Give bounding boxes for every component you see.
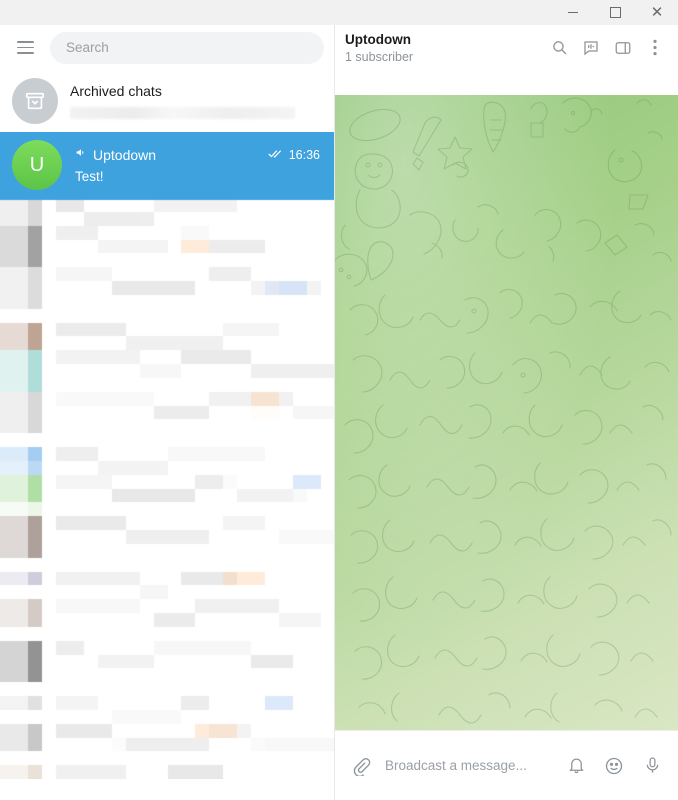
paperclip-icon[interactable] xyxy=(347,752,375,780)
menu-icon[interactable] xyxy=(8,31,42,65)
telegram-window: ✕ Search Archived chats U Uptodown 16:36… xyxy=(0,0,678,800)
archived-chats-text: Archived chats xyxy=(70,83,322,119)
chat-item-top-line: Uptodown 16:36 xyxy=(75,146,320,164)
chat-pane: Uptodown 1 subscriber Broadcast a messag… xyxy=(335,25,678,800)
chat-item-time: 16:36 xyxy=(288,148,320,162)
chat-wallpaper xyxy=(335,95,678,755)
chat-header-actions xyxy=(544,33,670,63)
window-maximize-button[interactable] xyxy=(594,0,636,25)
chat-item-meta: 16:36 xyxy=(268,146,320,164)
panel-icon[interactable] xyxy=(608,33,638,63)
sidebar-header: Search xyxy=(0,25,334,70)
chat-list-blurred-region[interactable] xyxy=(0,198,334,779)
chat-header-titles: Uptodown 1 subscriber xyxy=(345,31,544,65)
archived-chats-row[interactable]: Archived chats xyxy=(0,70,334,132)
megaphone-icon xyxy=(75,146,88,164)
archive-icon xyxy=(12,78,58,124)
emoji-icon[interactable] xyxy=(600,752,628,780)
archived-preview-blurred xyxy=(70,107,295,119)
bell-icon[interactable] xyxy=(562,752,590,780)
chat-header: Uptodown 1 subscriber xyxy=(335,25,678,70)
search-input[interactable]: Search xyxy=(50,31,324,64)
search-placeholder: Search xyxy=(66,40,109,55)
chat-item-title: Uptodown xyxy=(93,147,157,163)
composer-actions xyxy=(562,752,666,780)
chat-item-content: Uptodown 16:36 Test! xyxy=(75,146,320,184)
message-composer: Broadcast a message... xyxy=(335,730,678,800)
microphone-icon[interactable] xyxy=(638,752,666,780)
archived-chats-label: Archived chats xyxy=(70,83,162,99)
chat-list-item-uptodown[interactable]: U Uptodown 16:36 Test! xyxy=(0,132,334,198)
subscriber-count: 1 subscriber xyxy=(345,49,414,64)
read-receipt-icon xyxy=(268,146,284,164)
voice-chat-icon[interactable] xyxy=(576,33,606,63)
chat-list-sidebar: Search Archived chats U Uptodown 16:36 T… xyxy=(0,25,335,800)
avatar-initial: U xyxy=(29,153,45,176)
chat-item-preview: Test! xyxy=(75,169,104,184)
window-titlebar: ✕ xyxy=(0,0,678,25)
more-menu-icon[interactable] xyxy=(640,33,670,63)
window-close-button[interactable]: ✕ xyxy=(636,0,678,25)
message-input[interactable]: Broadcast a message... xyxy=(385,758,552,773)
page-title: Uptodown xyxy=(345,31,411,47)
search-icon[interactable] xyxy=(544,33,574,63)
window-minimize-button[interactable] xyxy=(552,0,594,25)
avatar: U xyxy=(12,140,62,190)
